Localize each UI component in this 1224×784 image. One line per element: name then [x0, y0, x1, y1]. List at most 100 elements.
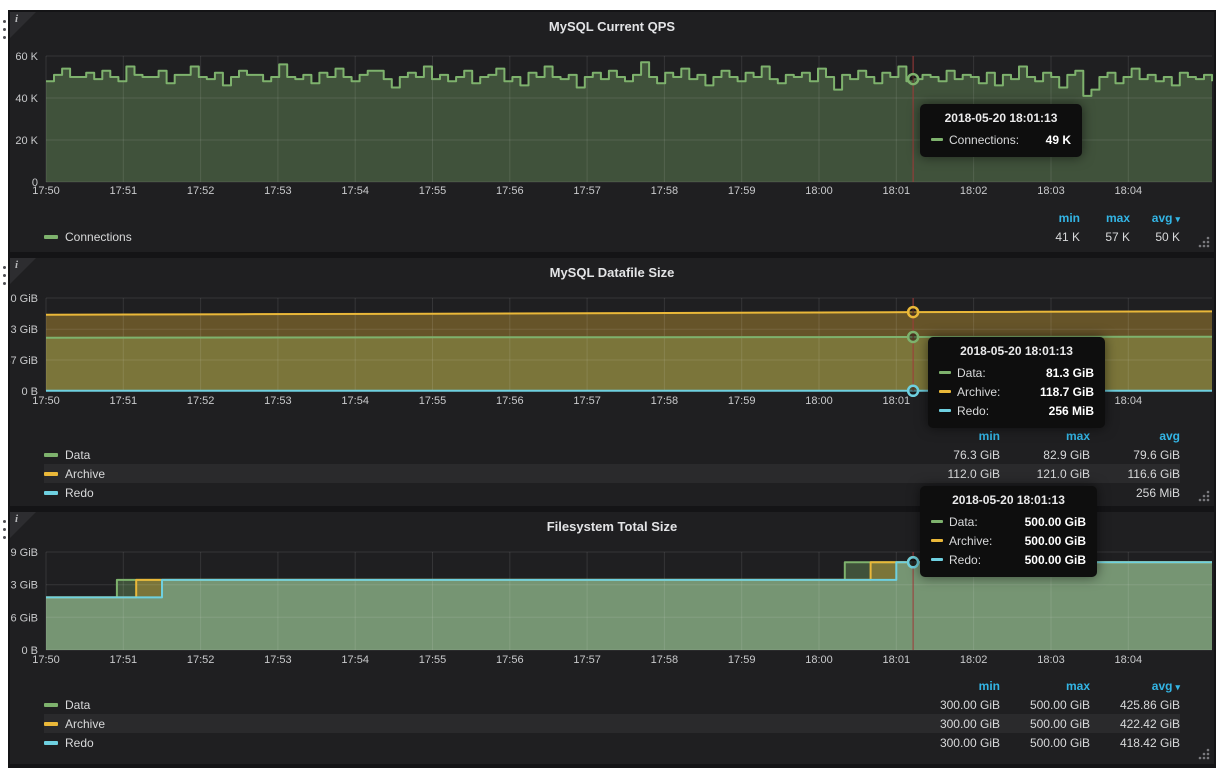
- x-tick-label: 18:03: [1037, 185, 1065, 197]
- tooltip-row: Data:500.00 GiB: [931, 512, 1086, 531]
- tooltip-row: Redo:500.00 GiB: [931, 550, 1086, 569]
- x-tick-label: 18:02: [960, 185, 988, 197]
- legend-header-label: max: [1066, 429, 1090, 443]
- panel-title[interactable]: MySQL Datafile Size: [10, 265, 1214, 280]
- series-color-dash: [931, 558, 943, 561]
- x-tick-label: 17:53: [264, 185, 292, 197]
- legend-header-row: min maxavg: [44, 426, 1180, 445]
- x-tick-label: 17:56: [496, 654, 524, 666]
- legend-avg-value: 425.86 GiB: [1090, 698, 1180, 712]
- x-tick-label: 17:56: [496, 395, 524, 407]
- legend-series-label: Archive: [65, 717, 105, 731]
- legend-series-archive[interactable]: Archive: [44, 467, 910, 481]
- legend-sort-min[interactable]: min: [910, 679, 1000, 693]
- legend-series-connections[interactable]: Connections: [44, 230, 1030, 244]
- tooltip-series-value: 118.7 GiB: [1024, 385, 1094, 399]
- tooltip-series-label: Redo:: [957, 404, 989, 418]
- series-color-dash: [44, 453, 58, 457]
- legend-series-label: Redo: [65, 736, 94, 750]
- legend-sort-min[interactable]: min: [910, 429, 1000, 443]
- legend-sort-min[interactable]: min: [1030, 211, 1080, 225]
- x-tick-label: 18:04: [1115, 654, 1143, 666]
- series-color-dash: [44, 703, 58, 707]
- series-color-dash: [931, 520, 943, 523]
- legend-series-redo[interactable]: Redo: [44, 486, 910, 500]
- x-tick-label: 17:56: [496, 185, 524, 197]
- x-tick-label: 17:53: [264, 654, 292, 666]
- x-tick-label: 18:00: [805, 654, 833, 666]
- tooltip-series-label: Connections:: [949, 133, 1019, 147]
- crosshair-marker: [908, 557, 918, 567]
- x-tick-label: 17:54: [341, 395, 369, 407]
- legend-sort-max[interactable]: max: [1000, 429, 1090, 443]
- tooltip-series-value: 81.3 GiB: [1030, 366, 1094, 380]
- crosshair-marker: [908, 307, 918, 317]
- panel-drag-handle[interactable]: [3, 20, 6, 39]
- x-tick-label: 18:01: [883, 395, 911, 407]
- legend-header-label: min: [979, 429, 1000, 443]
- x-tick-label: 17:51: [110, 185, 138, 197]
- legend-min-value: 112.0 GiB: [910, 467, 1000, 481]
- x-tick-label: 17:53: [264, 395, 292, 407]
- tooltip-row: Archive:118.7 GiB: [939, 382, 1094, 401]
- legend-sort-max[interactable]: max: [1080, 211, 1130, 225]
- legend-sort-avg[interactable]: avg▾: [1130, 211, 1180, 225]
- legend-avg-value: 418.42 GiB: [1090, 736, 1180, 750]
- x-tick-label: 17:52: [187, 185, 215, 197]
- tooltip-series-value: 256 MiB: [1033, 404, 1094, 418]
- legend-series-data[interactable]: Data: [44, 698, 910, 712]
- x-tick-label: 17:58: [651, 654, 679, 666]
- legend: minmaxavg▾Data300.00 GiB500.00 GiB425.86…: [44, 676, 1180, 752]
- series-color-dash: [44, 722, 58, 726]
- panel-resize-handle[interactable]: [1197, 489, 1211, 503]
- legend-avg-value: 116.6 GiB: [1090, 467, 1180, 481]
- x-tick-label: 18:02: [960, 654, 988, 666]
- tooltip-series-label: Data:: [957, 366, 986, 380]
- legend-max-value: 500.00 GiB: [1000, 736, 1090, 750]
- legend-sort-avg[interactable]: avg▾: [1090, 679, 1180, 693]
- tooltip-timestamp: 2018-05-20 18:01:13: [931, 493, 1086, 507]
- legend-series-label: Data: [65, 698, 90, 712]
- legend-header-label: max: [1106, 211, 1130, 225]
- panel-resize-handle[interactable]: [1197, 235, 1211, 249]
- series-color-dash: [44, 235, 58, 239]
- y-tick-label: 40 K: [15, 93, 38, 105]
- tooltip-row: Data: 81.3 GiB: [939, 363, 1094, 382]
- legend-sort-max[interactable]: max: [1000, 679, 1090, 693]
- x-tick-label: 18:00: [805, 185, 833, 197]
- legend-max-value: 500.00 GiB: [1000, 717, 1090, 731]
- crosshair-marker: [908, 332, 918, 342]
- tooltip-datafile: 2018-05-20 18:01:13 Data: 81.3 GiB Archive:…: [928, 337, 1105, 428]
- legend-series-label: Redo: [65, 486, 94, 500]
- legend-avg-value: 422.42 GiB: [1090, 717, 1180, 731]
- x-tick-label: 17:59: [728, 654, 756, 666]
- resize-grip-icon: [1197, 489, 1211, 503]
- panel-title[interactable]: MySQL Current QPS: [10, 19, 1214, 34]
- legend-header-row: minmaxavg▾: [44, 676, 1180, 695]
- tooltip-timestamp: 2018-05-20 18:01:13: [939, 344, 1094, 358]
- y-tick-label: 93 GiB: [10, 324, 38, 336]
- series-color-dash: [44, 472, 58, 476]
- legend-series-data[interactable]: Data: [44, 448, 910, 462]
- panel-drag-handle[interactable]: [3, 520, 6, 539]
- x-tick-label: 18:04: [1115, 185, 1143, 197]
- tooltip-timestamp: 2018-05-20 18:01:13: [931, 111, 1071, 125]
- series-color-dash: [44, 741, 58, 745]
- x-tick-label: 17:57: [573, 395, 601, 407]
- tooltip-series-value: 49 K: [1030, 133, 1071, 147]
- x-tick-label: 17:54: [341, 185, 369, 197]
- panel-drag-handle[interactable]: [3, 266, 6, 285]
- tooltip-series-value: 500.00 GiB: [1009, 553, 1086, 567]
- legend-max-value: 121.0 GiB: [1000, 467, 1090, 481]
- y-tick-label: 47 GiB: [10, 355, 38, 367]
- legend-series-redo[interactable]: Redo: [44, 736, 910, 750]
- panel-resize-handle[interactable]: [1197, 747, 1211, 761]
- sort-caret-icon: ▾: [1175, 214, 1180, 224]
- legend-header-label: min: [1059, 211, 1080, 225]
- legend-min-value: 41 K: [1030, 230, 1080, 244]
- x-tick-label: 17:58: [651, 395, 679, 407]
- tooltip-row: Redo: 256 MiB: [939, 401, 1094, 420]
- legend-series-archive[interactable]: Archive: [44, 717, 910, 731]
- legend-row-archive: Archive112.0 GiB121.0 GiB116.6 GiB: [44, 464, 1180, 483]
- legend-sort-avg[interactable]: avg: [1090, 429, 1180, 443]
